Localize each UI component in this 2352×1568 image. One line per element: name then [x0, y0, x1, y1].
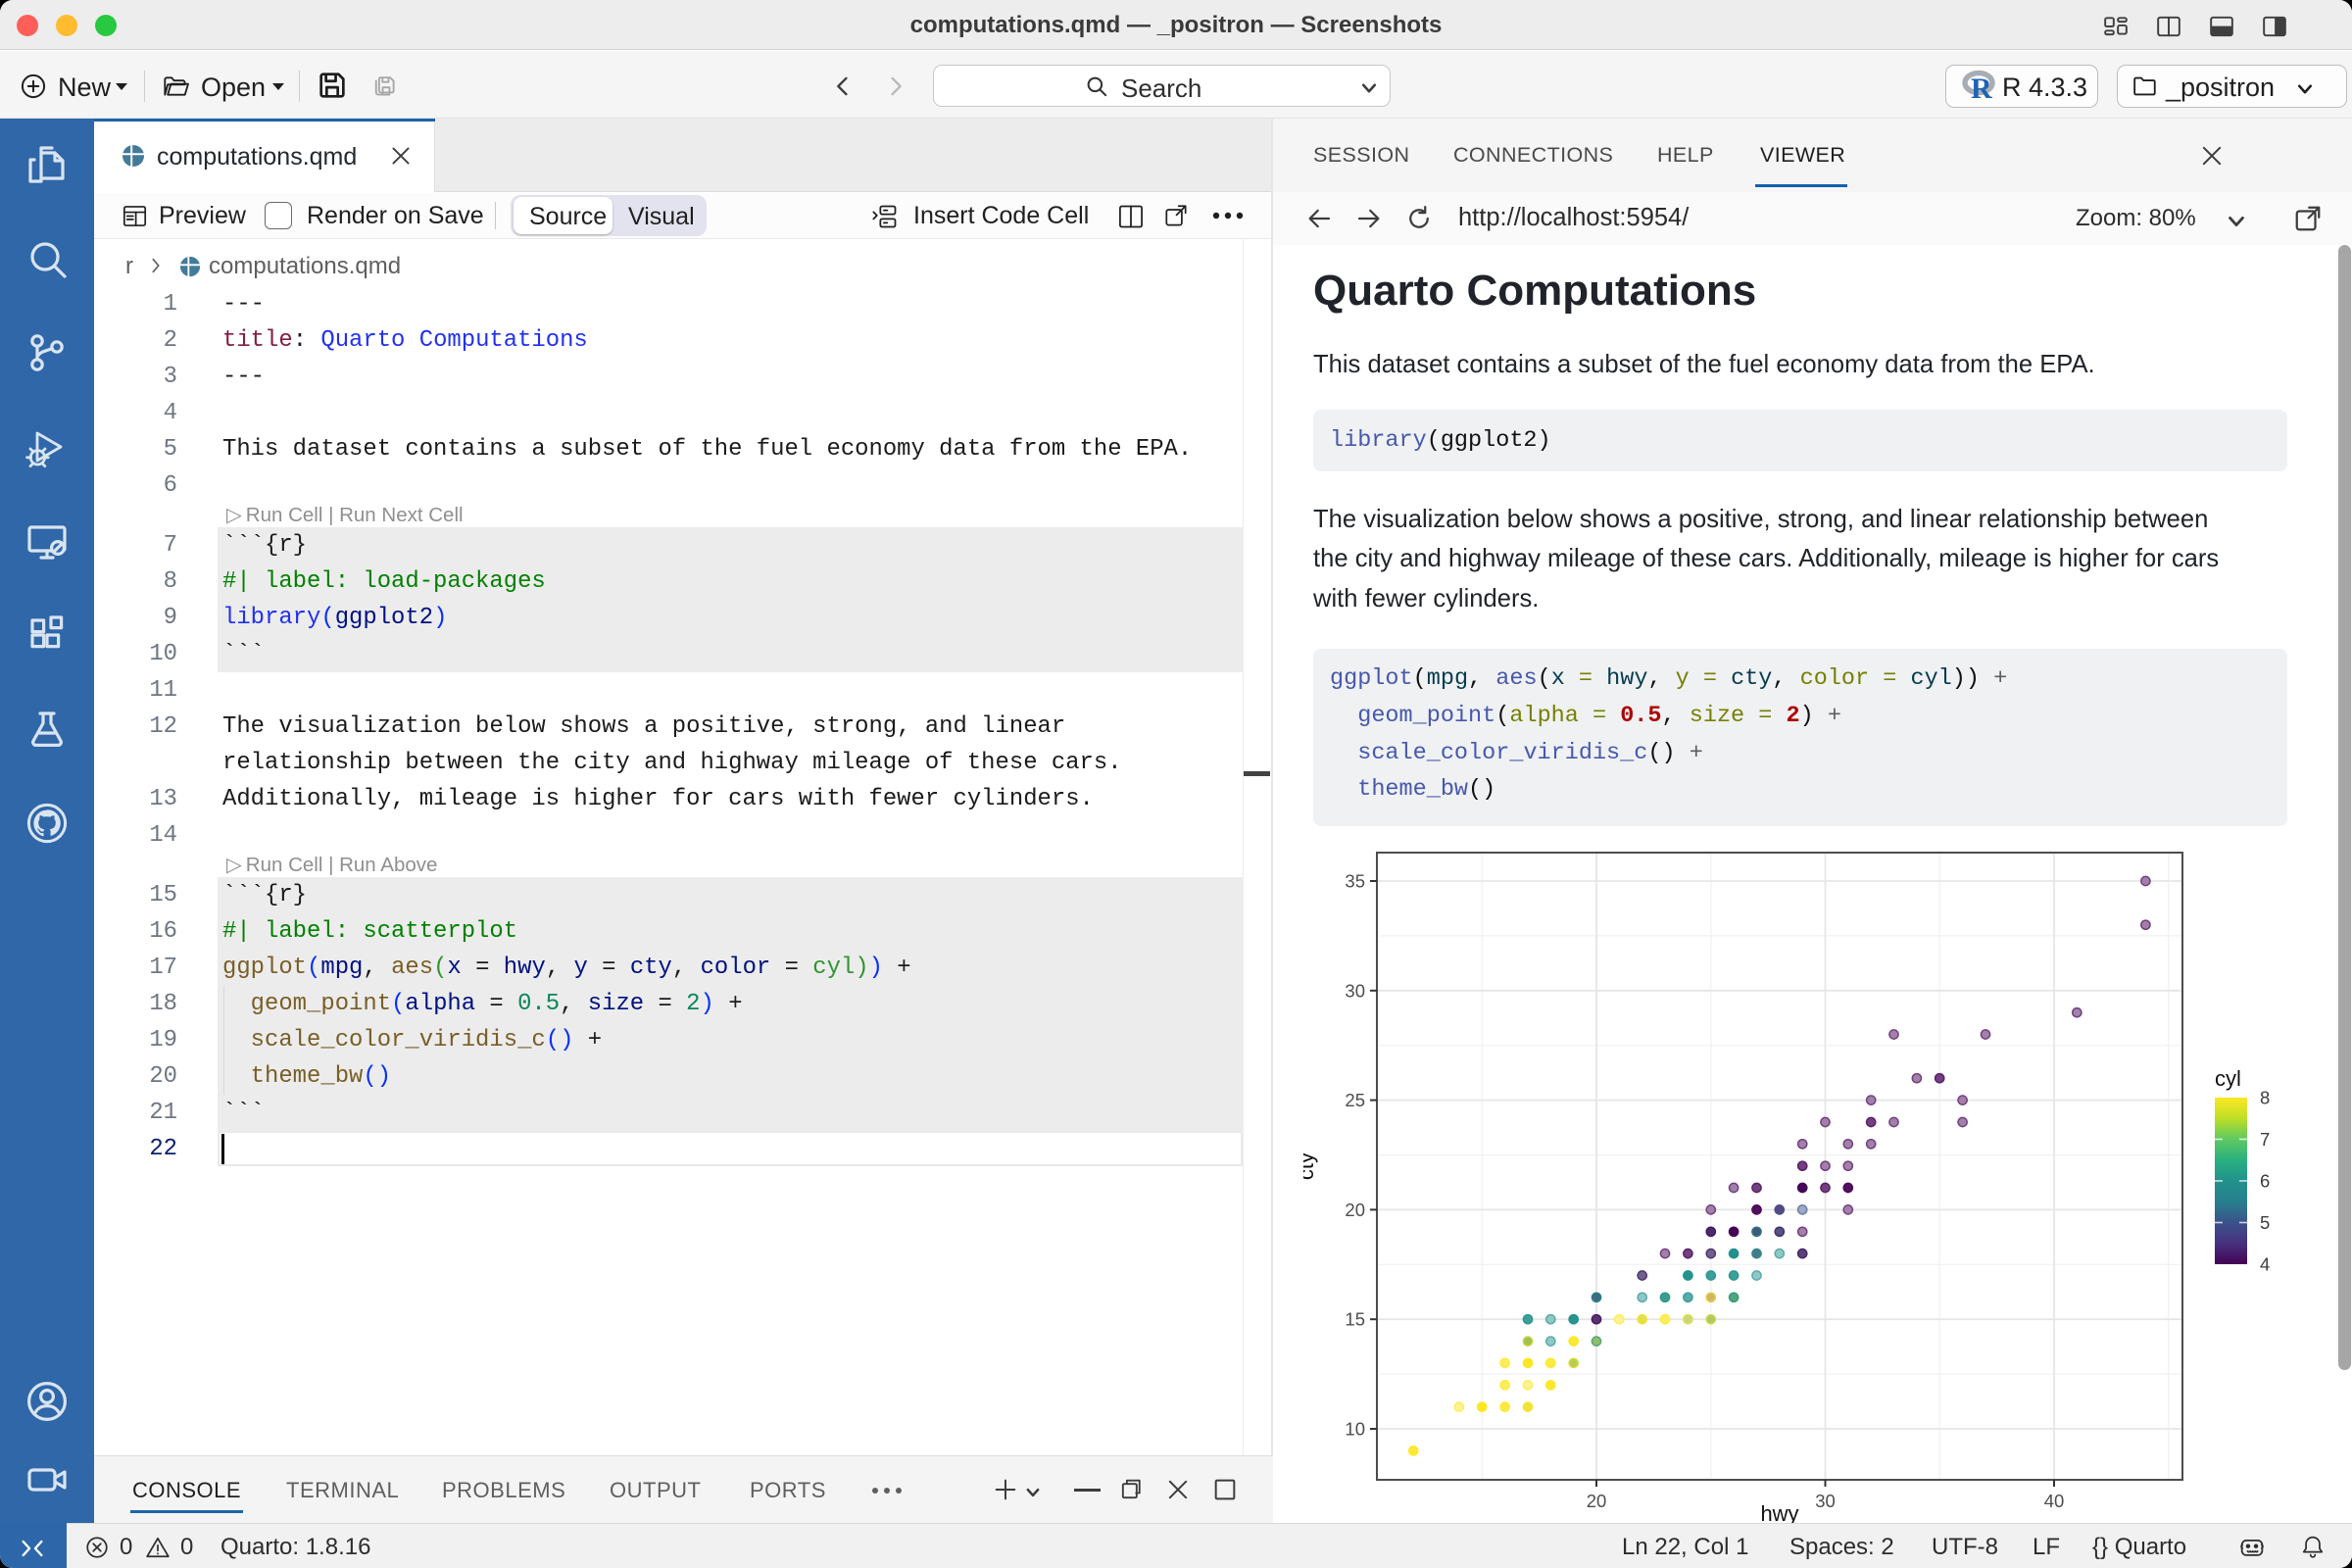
svg-text:4: 4 [2260, 1254, 2270, 1275]
svg-text:20: 20 [1345, 1200, 1365, 1220]
svg-text:40: 40 [2044, 1491, 2065, 1511]
svg-text:8: 8 [2260, 1088, 2270, 1108]
svg-text:10: 10 [1345, 1419, 1365, 1440]
svg-text:hwy: hwy [1760, 1501, 1798, 1523]
svg-text:35: 35 [1345, 871, 1365, 892]
svg-text:6: 6 [2260, 1171, 2270, 1192]
svg-text:25: 25 [1345, 1090, 1365, 1110]
svg-text:R: R [1971, 73, 1992, 104]
svg-text:30: 30 [1345, 980, 1365, 1001]
svg-text:15: 15 [1345, 1309, 1365, 1330]
svg-text:5: 5 [2260, 1212, 2270, 1233]
svg-text:cty: cty [1303, 1152, 1318, 1180]
svg-text:20: 20 [1587, 1491, 1607, 1511]
svg-text:7: 7 [2260, 1129, 2270, 1150]
svg-text:30: 30 [1815, 1491, 1836, 1511]
svg-text:cyl: cyl [2215, 1066, 2241, 1091]
